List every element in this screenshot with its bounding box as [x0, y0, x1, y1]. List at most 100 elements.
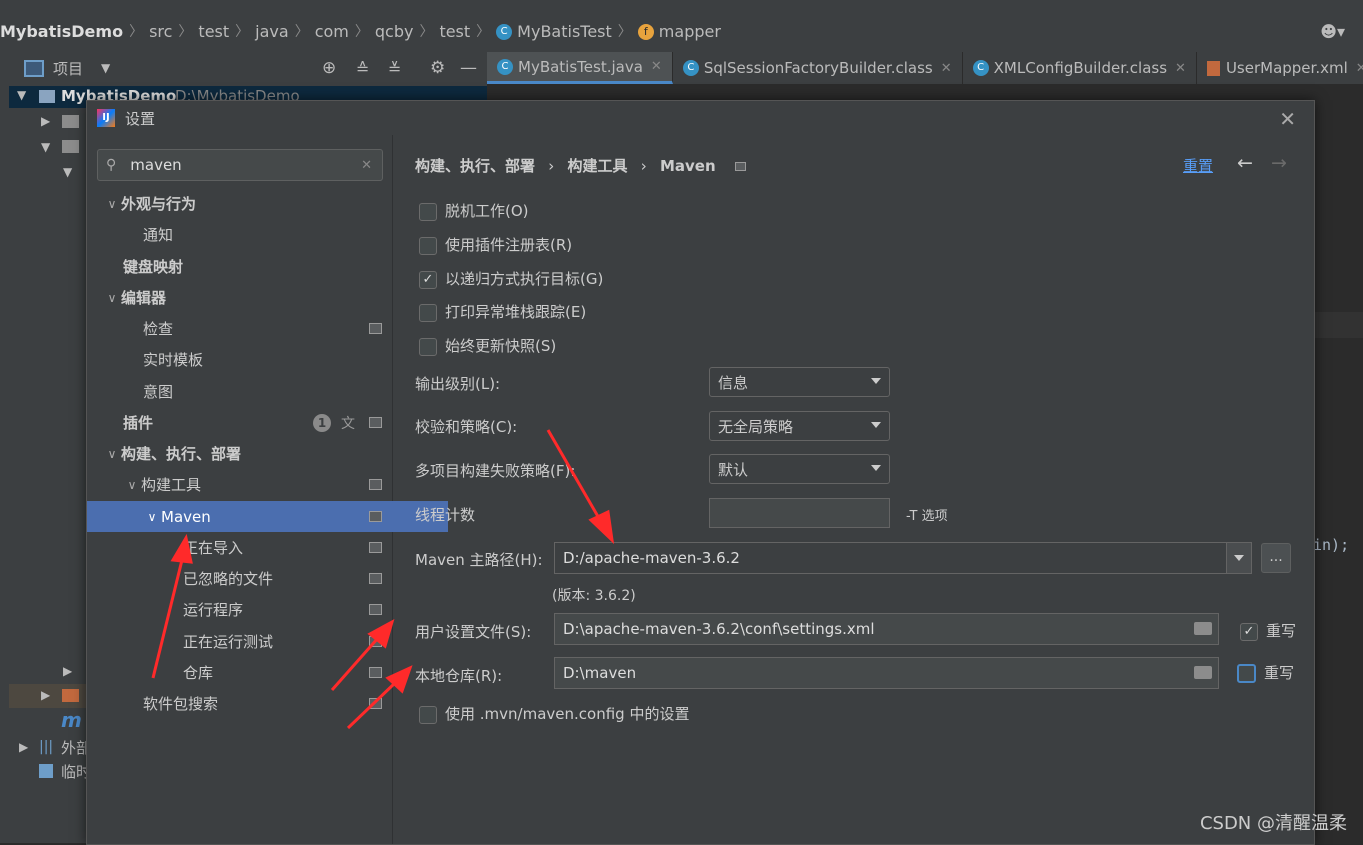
maven-home-dropdown[interactable] [1226, 542, 1252, 574]
checkbox[interactable] [1237, 664, 1256, 683]
tab-xmlconfigbuilder[interactable]: C XMLConfigBuilder.class ✕ [963, 52, 1197, 84]
tree-item-appearance[interactable]: ∨ 外观与行为 [87, 188, 408, 219]
chevron-down-icon [1234, 555, 1244, 561]
chevron-right-icon: 〉 [419, 24, 434, 40]
close-icon[interactable]: ✕ [1175, 61, 1186, 76]
close-icon[interactable]: ✕ [1279, 107, 1296, 131]
chevron-right-icon: 〉 [354, 24, 369, 40]
user-settings-label: 用户设置文件(S): [415, 623, 532, 641]
checkbox-update-snapshots[interactable]: 始终更新快照(S) [419, 335, 556, 356]
folder-icon[interactable] [1194, 622, 1212, 635]
user-icon[interactable]: ☻▾ [1320, 22, 1345, 41]
settings-breadcrumb: 构建、执行、部署 › 构建工具 › Maven [415, 155, 746, 176]
tab-usermapper[interactable]: UserMapper.xml ✕ [1197, 52, 1363, 84]
checkbox[interactable] [419, 236, 437, 255]
breadcrumb-method[interactable]: f mapper [637, 22, 721, 41]
breadcrumb-src[interactable]: src [149, 22, 172, 41]
maven-home-label: Maven 主路径(H): [415, 551, 543, 569]
scratch-icon [39, 764, 53, 778]
tree-item-plugins[interactable]: 插件 1 文 [87, 407, 428, 438]
checkbox-label: 脱机工作(O) [445, 202, 529, 220]
gear-icon[interactable]: ⚙ [430, 58, 445, 78]
reset-link[interactable]: 重置 [1183, 155, 1213, 176]
checkbox-offline[interactable]: 脱机工作(O) [419, 200, 529, 221]
search-input[interactable]: maven [130, 156, 181, 174]
maven-home-input[interactable]: D:/apache-maven-3.6.2 [554, 542, 1227, 574]
back-arrow-icon[interactable]: ← [1237, 152, 1253, 174]
project-view-label[interactable]: 项目 [53, 58, 83, 79]
chevron-right-icon: 〉 [617, 24, 632, 40]
forward-arrow-icon[interactable]: → [1271, 152, 1287, 174]
chevron-right-icon[interactable]: ▶ [19, 740, 28, 754]
class-c-icon: C [496, 24, 513, 40]
checkbox[interactable] [419, 303, 437, 322]
tab-label: SqlSessionFactoryBuilder.class [703, 59, 933, 77]
breadcrumb-test-pkg[interactable]: test [439, 22, 470, 41]
project-scope-icon [369, 479, 382, 490]
checkbox[interactable] [419, 202, 437, 221]
project-scope-icon [369, 604, 382, 615]
checkbox-recursive[interactable]: ✓ 以递归方式执行目标(G) [419, 268, 603, 289]
chevron-down-icon: ∨ [107, 290, 117, 305]
breadcrumb-class[interactable]: C MyBatisTest [496, 22, 612, 41]
class-c-icon: C [497, 58, 513, 75]
breadcrumb-project[interactable]: MybatisDemo [0, 22, 123, 41]
checksum-policy-label: 校验和策略(C): [415, 418, 518, 436]
thread-count-input[interactable] [709, 498, 890, 528]
tree-item-label: 意图 [143, 383, 174, 401]
breadcrumb-build: 构建、执行、部署 [415, 157, 536, 175]
chevron-right-icon[interactable]: ▶ [41, 114, 50, 128]
close-icon[interactable]: ✕ [651, 59, 662, 74]
minimize-icon[interactable]: — [460, 58, 477, 78]
checkbox[interactable] [419, 337, 437, 356]
folder-icon [62, 140, 79, 153]
expand-all-icon[interactable]: ≙ [356, 59, 369, 78]
breadcrumb-java[interactable]: java [255, 22, 289, 41]
close-icon[interactable]: ✕ [1356, 61, 1363, 76]
tab-sqlsessionfactorybuilder[interactable]: C SqlSessionFactoryBuilder.class ✕ [673, 52, 963, 84]
browse-button[interactable]: ... [1261, 543, 1291, 573]
chevron-down-icon[interactable]: ▼ [101, 61, 110, 75]
checksum-policy-select[interactable]: 无全局策略 [709, 411, 890, 441]
local-repo-override[interactable]: 重写 [1237, 662, 1294, 683]
checkbox-checked[interactable]: ✓ [419, 270, 437, 289]
breadcrumb-com[interactable]: com [315, 22, 349, 41]
plugin-count-badge: 1 [313, 413, 331, 432]
checkbox-checked[interactable]: ✓ [1240, 622, 1258, 641]
settings-search[interactable]: ⚲ maven ✕ [97, 149, 383, 181]
locate-icon[interactable]: ⊕ [322, 58, 336, 78]
local-repo-input[interactable]: D:\maven [554, 657, 1219, 689]
breadcrumb-qcby[interactable]: qcby [375, 22, 414, 41]
checkbox[interactable] [419, 705, 437, 724]
tree-item-build-tools[interactable]: ∨ 构建工具 [87, 469, 428, 500]
chevron-down-icon[interactable]: ▼ [41, 140, 50, 154]
user-settings-override[interactable]: ✓ 重写 [1240, 620, 1296, 641]
collapse-all-icon[interactable]: ≚ [388, 59, 401, 78]
folder-icon[interactable] [1194, 666, 1212, 679]
breadcrumb-test[interactable]: test [198, 22, 229, 41]
multiproject-fail-select[interactable]: 默认 [709, 454, 890, 484]
tree-item-editor[interactable]: ∨ 编辑器 [87, 282, 408, 313]
project-scope-icon [734, 162, 746, 171]
chevron-down-icon[interactable]: ▼ [63, 165, 72, 179]
tree-item-build-exec-deploy[interactable]: ∨ 构建、执行、部署 [87, 438, 408, 469]
checkbox-label: 以递归方式执行目标(G) [445, 270, 604, 288]
user-settings-input[interactable]: D:\apache-maven-3.6.2\conf\settings.xml [554, 613, 1219, 645]
clear-icon[interactable]: ✕ [361, 158, 372, 173]
field-f-icon: f [637, 24, 654, 40]
close-icon[interactable]: ✕ [941, 61, 952, 76]
project-scope-icon [369, 698, 382, 709]
output-level-select[interactable]: 信息 [709, 367, 890, 397]
checkbox-print-stacktrace[interactable]: 打印异常堆栈跟踪(E) [419, 301, 586, 322]
tree-item-label: 构建、执行、部署 [121, 445, 242, 463]
navigation-breadcrumb: MybatisDemo 〉 src 〉 test 〉 java 〉 com 〉 qcby 〉… [0, 10, 1363, 53]
tree-item-label: 编辑器 [121, 289, 167, 307]
chevron-right-icon[interactable]: ▶ [63, 664, 72, 678]
checkbox-mvn-config[interactable]: 使用 .mvn/maven.config 中的设置 [419, 703, 689, 724]
project-view-icon [24, 59, 44, 77]
tree-row-folder[interactable]: ▶ [9, 684, 87, 708]
chevron-right-icon: › [640, 157, 647, 175]
checkbox-plugin-registry[interactable]: 使用插件注册表(R) [419, 234, 572, 255]
tab-mybatistest[interactable]: C MyBatisTest.java ✕ [487, 52, 673, 84]
tree-item-keymap[interactable]: 键盘映射 [87, 251, 428, 282]
